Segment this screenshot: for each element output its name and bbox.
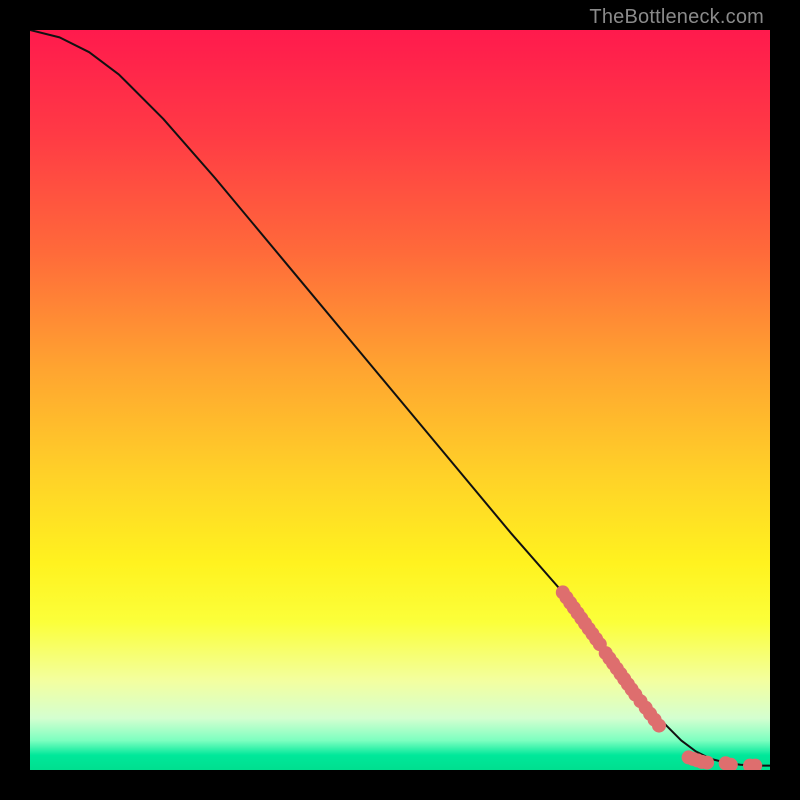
marker-dot: [700, 756, 714, 770]
curve-line: [30, 30, 770, 766]
chart-frame: TheBottleneck.com: [0, 0, 800, 800]
marker-dot: [652, 719, 666, 733]
chart-svg: [30, 30, 770, 770]
watermark-text: TheBottleneck.com: [589, 6, 764, 29]
marker-group: [556, 585, 762, 770]
plot-area: [30, 30, 770, 770]
